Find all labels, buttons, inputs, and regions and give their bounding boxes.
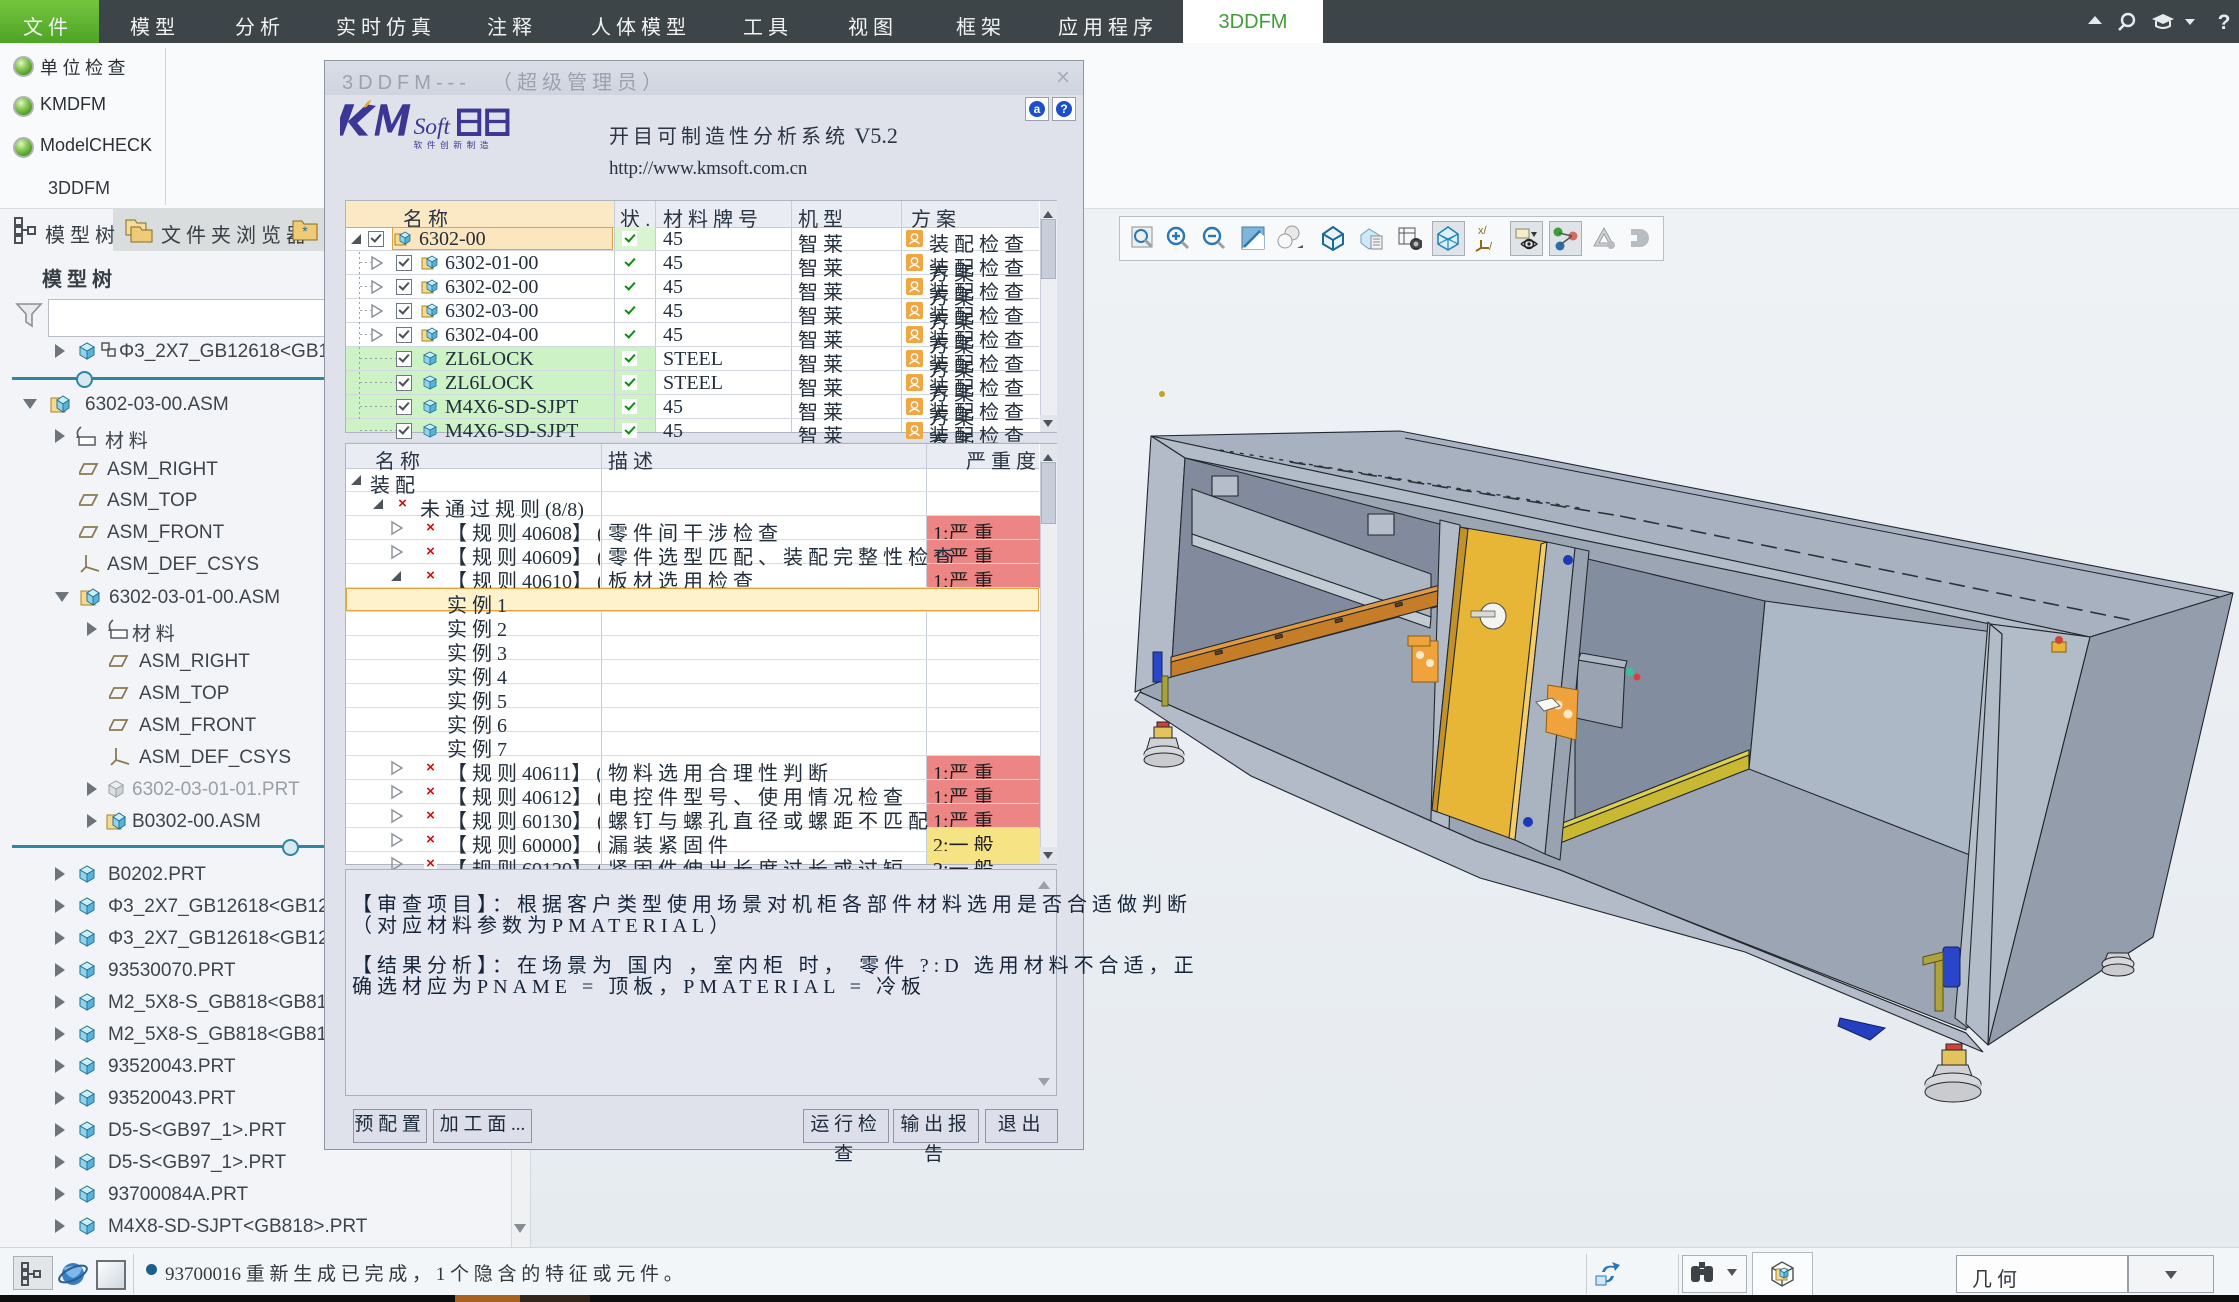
svg-text:/: / [1489, 241, 1493, 253]
svg-text:x/: x/ [1478, 225, 1488, 237]
svg-text:软件创新制造: 软件创新制造 [414, 139, 494, 150]
svg-text:*: * [302, 223, 308, 239]
svg-text:?: ? [2218, 11, 2231, 34]
svg-text:Soft: Soft [414, 114, 451, 140]
